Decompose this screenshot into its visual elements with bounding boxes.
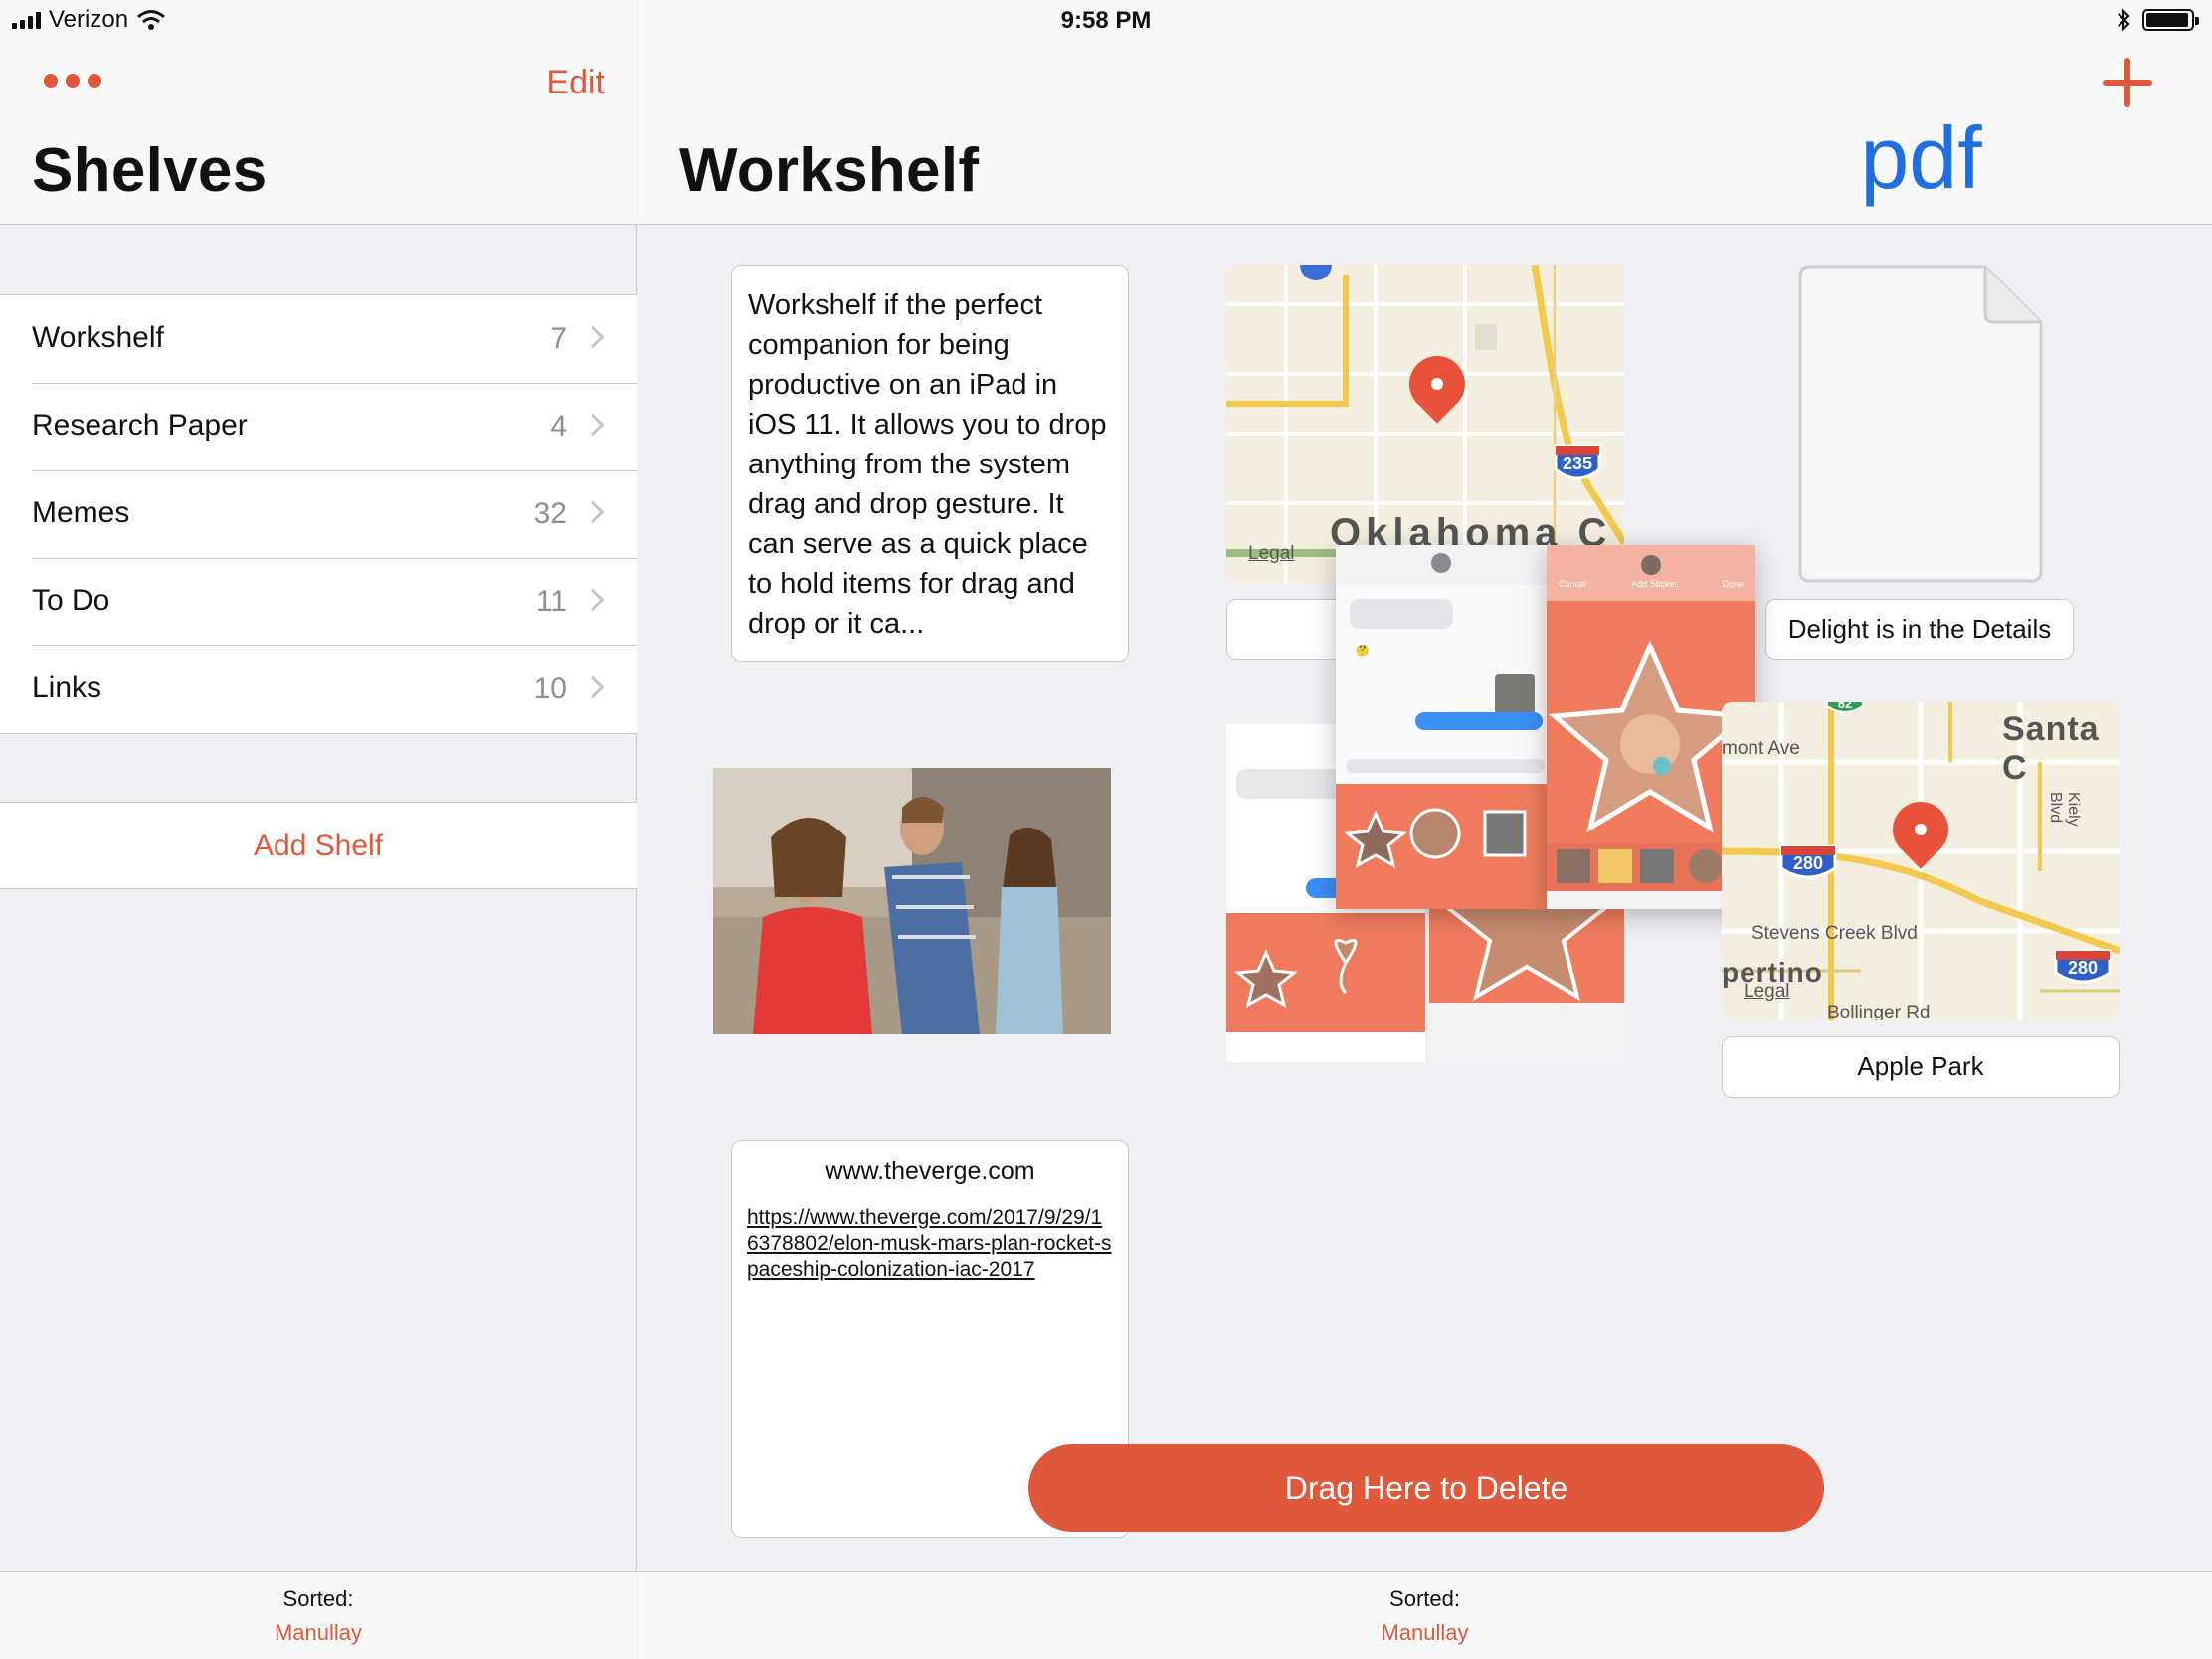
map-street-label: Stevens Creek Blvd bbox=[1751, 923, 1918, 944]
highway-number: 235 bbox=[1562, 454, 1593, 473]
add-shelf-button[interactable]: Add Shelf bbox=[0, 802, 637, 889]
more-dots-icon[interactable] bbox=[44, 74, 101, 88]
link-title: www.theverge.com bbox=[825, 1157, 1035, 1185]
shelf-count: 32 bbox=[533, 497, 567, 530]
svg-text:🤔: 🤔 bbox=[1356, 645, 1370, 657]
shelf-item-links[interactable]: Links 10 bbox=[0, 645, 637, 733]
chevron-right-icon bbox=[581, 675, 605, 699]
chevron-right-icon bbox=[581, 413, 605, 437]
map-street-label: Bollinger Rd bbox=[1827, 1003, 1931, 1020]
sorted-label: Sorted: bbox=[1389, 1586, 1460, 1611]
shelf-count: 11 bbox=[535, 585, 567, 618]
shelf-name: To Do bbox=[32, 584, 110, 617]
shelf-list: Workshelf 7 Research Paper 4 Memes 32 To… bbox=[0, 294, 637, 734]
shelf-count: 4 bbox=[550, 410, 567, 443]
map-street-label: Kiely Blvd bbox=[2047, 792, 2082, 827]
map-card-oklahoma[interactable]: 235 Oklahoma C Legal bbox=[1226, 265, 1624, 583]
shelf-item-memes[interactable]: Memes 32 bbox=[0, 470, 637, 558]
sidebar-title: Shelves bbox=[32, 136, 268, 205]
map-street-label: mont Ave bbox=[1722, 738, 1800, 759]
pdf-caption: Delight is in the Details bbox=[1765, 599, 2074, 660]
map-legal-link[interactable]: Legal bbox=[1248, 543, 1295, 565]
shelf-name: Research Paper bbox=[32, 409, 248, 442]
highway-number: 280 bbox=[2067, 958, 2099, 978]
battery-fill bbox=[2146, 13, 2188, 27]
done-button[interactable]: Done bbox=[1722, 579, 1744, 589]
highway-number: 82 bbox=[1837, 702, 1853, 711]
plus-icon[interactable] bbox=[2103, 58, 2152, 107]
page-title: Workshelf bbox=[679, 136, 980, 205]
bluetooth-icon bbox=[2118, 8, 2130, 32]
drag-to-delete-target[interactable]: Drag Here to Delete bbox=[1028, 1444, 1824, 1532]
note-text: Workshelf if the perfect companion for b… bbox=[748, 289, 1107, 640]
link-url[interactable]: https://www.theverge.com/2017/9/29/16378… bbox=[747, 1205, 1113, 1283]
shelf-name: Links bbox=[32, 671, 102, 704]
shelf-item-to-do[interactable]: To Do 11 bbox=[0, 558, 637, 645]
mini-screen-messages: 🤔 bbox=[1336, 545, 1547, 909]
shelf-item-workshelf[interactable]: Workshelf 7 bbox=[0, 295, 637, 383]
sticker-toolbar: Cancel Add Sticker Done bbox=[1547, 579, 1755, 589]
map-card-apple-park[interactable]: 280 280 82 Santa C Stevens Creek Blvd Ki… bbox=[1722, 702, 2120, 1020]
text-note-card[interactable]: Workshelf if the perfect companion for b… bbox=[731, 265, 1129, 662]
meme-photo[interactable] bbox=[713, 768, 1111, 1034]
edit-button[interactable]: Edit bbox=[546, 64, 605, 102]
sidebar-sort-bar: Sorted: Manullay bbox=[0, 1571, 637, 1659]
cancel-button[interactable]: Cancel bbox=[1559, 579, 1586, 589]
battery-icon bbox=[2142, 9, 2199, 31]
shelf-count: 7 bbox=[550, 322, 567, 355]
sort-mode-button[interactable]: Manullay bbox=[0, 1620, 637, 1646]
sorted-label: Sorted: bbox=[282, 1586, 354, 1611]
map-city-label: Santa C bbox=[2002, 710, 2100, 787]
add-sticker-title: Add Sticker bbox=[1631, 579, 1678, 589]
chevron-right-icon bbox=[581, 325, 605, 349]
photo-image bbox=[713, 768, 1111, 1034]
shelf-name: Workshelf bbox=[32, 321, 164, 354]
shelf-item-research-paper[interactable]: Research Paper 4 bbox=[0, 383, 637, 470]
shelf-count: 10 bbox=[533, 672, 567, 705]
chevron-right-icon bbox=[581, 588, 605, 612]
map-legal-link[interactable]: Legal bbox=[1744, 981, 1790, 1003]
highway-number: 280 bbox=[1792, 853, 1824, 873]
pdf-label: pdf bbox=[1860, 108, 1982, 207]
map-caption-apple-park: Apple Park bbox=[1722, 1036, 2120, 1098]
status-right bbox=[2117, 8, 2199, 32]
sort-mode-button[interactable]: Manullay bbox=[638, 1620, 2212, 1646]
screenshot-stack-front[interactable]: 🤔 Cancel Add Sticker Done bbox=[1336, 545, 1755, 909]
pdf-document-icon[interactable] bbox=[1798, 265, 2044, 583]
status-time: 9:58 PM bbox=[1060, 7, 1152, 34]
chevron-right-icon bbox=[581, 500, 605, 524]
sidebar: Edit Shelves Workshelf 7 Research Paper … bbox=[0, 0, 637, 1659]
main-sort-bar: Sorted: Manullay bbox=[638, 1571, 2212, 1659]
status-bar: Verizon 9:58 PM bbox=[0, 0, 2212, 40]
main-panel: Workshelf Workshelf if the perfect compa… bbox=[638, 0, 2212, 1659]
shelf-name: Memes bbox=[32, 496, 130, 529]
